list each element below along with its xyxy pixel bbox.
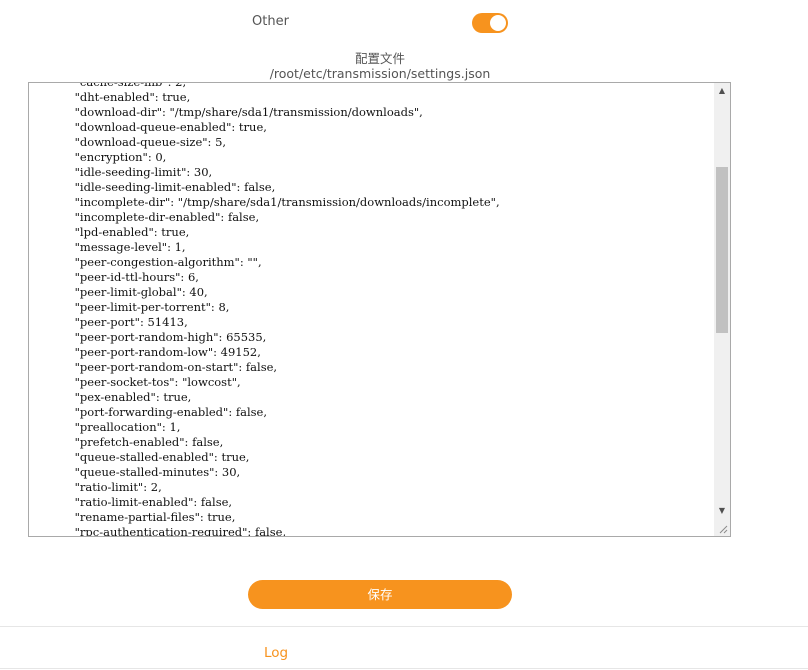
config-line: "incomplete-dir-enabled": false, [60, 210, 260, 224]
config-line: "incomplete-dir": "/tmp/share/sda1/trans… [60, 195, 500, 209]
config-file-title: 配置文件 [354, 51, 405, 66]
config-code-lines: "cache-size-mb": 2, "dht-enabled": true,… [60, 83, 500, 536]
config-file-path: /root/etc/transmission/settings.json [269, 66, 491, 81]
config-line: "pex-enabled": true, [60, 390, 192, 404]
config-line: "peer-port-random-high": 65535, [60, 330, 267, 344]
config-line: "peer-congestion-algorithm": "", [60, 255, 262, 269]
other-toggle-switch[interactable] [472, 13, 508, 33]
vertical-scrollbar[interactable]: ▲ ▼ [714, 83, 730, 519]
config-line: "peer-id-ttl-hours": 6, [60, 270, 199, 284]
log-tab-link[interactable]: Log [264, 645, 288, 661]
scroll-down-arrow-icon[interactable]: ▼ [714, 503, 730, 519]
config-line: "idle-seeding-limit": 30, [60, 165, 213, 179]
config-line: "download-queue-size": 5, [60, 135, 227, 149]
config-line: "message-level": 1, [60, 240, 186, 254]
bottom-divider [0, 668, 808, 669]
config-line: "download-queue-enabled": true, [60, 120, 267, 134]
config-line: "preallocation": 1, [60, 420, 181, 434]
scroll-thumb[interactable] [716, 167, 728, 333]
toggle-knob [490, 15, 506, 31]
scroll-up-arrow-icon[interactable]: ▲ [714, 83, 730, 99]
config-textarea[interactable]: "cache-size-mb": 2, "dht-enabled": true,… [28, 82, 731, 537]
config-line: "rpc-authentication-required": false, [60, 525, 287, 536]
config-line: "port-forwarding-enabled": false, [60, 405, 268, 419]
save-button[interactable]: 保存 [248, 580, 512, 609]
config-line: "queue-stalled-minutes": 30, [60, 465, 241, 479]
config-line: "ratio-limit": 2, [60, 480, 162, 494]
config-line: "peer-port-random-on-start": false, [60, 360, 278, 374]
config-line: "ratio-limit-enabled": false, [60, 495, 233, 509]
config-line: "peer-port-random-low": 49152, [60, 345, 261, 359]
config-line: "download-dir": "/tmp/share/sda1/transmi… [60, 105, 423, 119]
other-label: Other [252, 14, 289, 29]
config-code[interactable]: "cache-size-mb": 2, "dht-enabled": true,… [60, 83, 712, 536]
settings-page: Other 配置文件 /root/etc/transmission/settin… [0, 0, 808, 670]
resize-grip-icon[interactable] [714, 519, 730, 536]
config-line: "queue-stalled-enabled": true, [60, 450, 250, 464]
config-line: "peer-socket-tos": "lowcost", [60, 375, 241, 389]
config-line: "peer-port": 51413, [60, 315, 188, 329]
config-line: "cache-size-mb": 2, [60, 83, 500, 90]
config-line: "peer-limit-global": 40, [60, 285, 208, 299]
config-line: "rename-partial-files": true, [60, 510, 236, 524]
divider [0, 626, 808, 627]
config-line: "encryption": 0, [60, 150, 167, 164]
config-line: "idle-seeding-limit-enabled": false, [60, 180, 276, 194]
config-line: "dht-enabled": true, [60, 90, 191, 104]
config-line: "peer-limit-per-torrent": 8, [60, 300, 230, 314]
config-line: "lpd-enabled": true, [60, 225, 190, 239]
config-line: "prefetch-enabled": false, [60, 435, 224, 449]
